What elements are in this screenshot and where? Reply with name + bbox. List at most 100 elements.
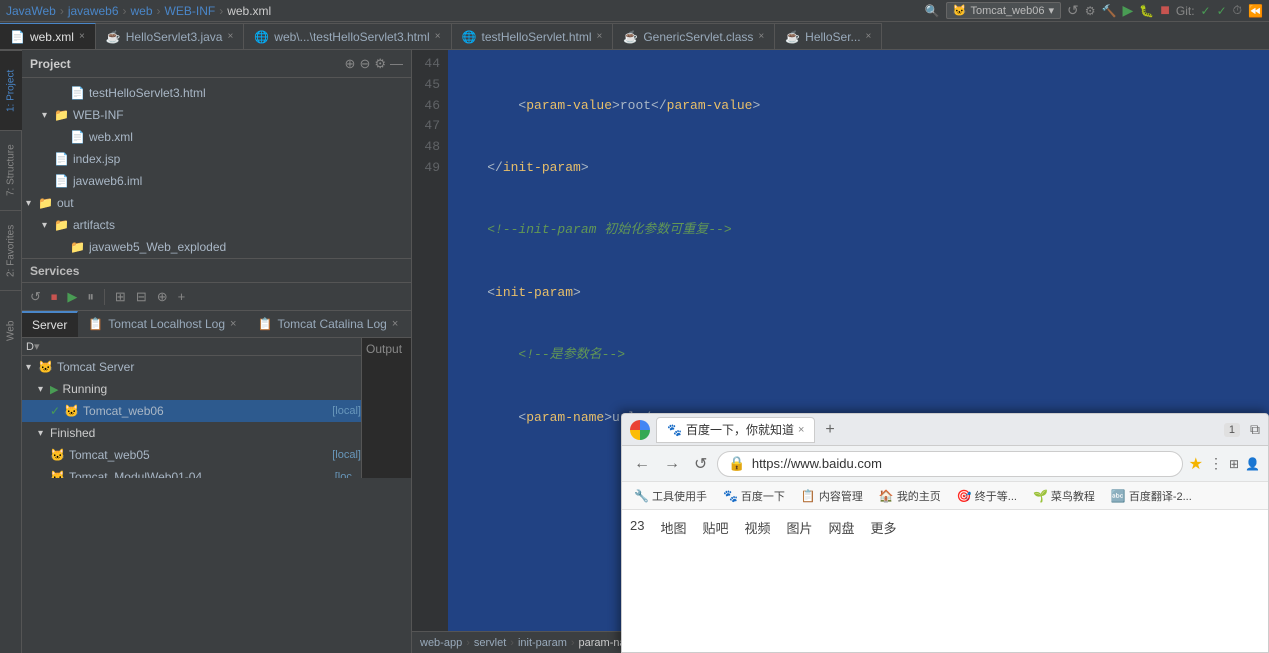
filter-chevron[interactable]: ▾ — [34, 340, 40, 353]
close-icon[interactable]: × — [392, 318, 398, 330]
nav-link-cloud[interactable]: 网盘 — [829, 518, 855, 537]
settings-icon[interactable]: ⚙ — [1085, 4, 1096, 18]
path-part-initparam[interactable]: init-param — [518, 637, 567, 649]
close-icon[interactable]: × — [230, 318, 236, 330]
breadcrumb-webinf[interactable]: WEB-INF — [165, 4, 216, 18]
breadcrumb-javaweb6[interactable]: javaweb6 — [68, 4, 119, 18]
output-label: Output — [366, 342, 402, 356]
services-tree-running[interactable]: ▾ ▶ Running — [22, 378, 361, 400]
back-button[interactable]: ← — [630, 453, 654, 475]
browser-menu-icon[interactable]: ⧉ — [1250, 421, 1260, 438]
bookmark-finally[interactable]: 🎯 终于等... — [953, 486, 1021, 506]
run-button[interactable]: ▶ — [63, 287, 81, 307]
nav-link-video[interactable]: 视频 — [745, 518, 771, 537]
services-tree-tomcat-web06[interactable]: ✓ 🐱 Tomcat_web06 [local] — [22, 400, 361, 422]
search-icon[interactable]: 🔍 — [925, 4, 940, 18]
left-tab-web[interactable]: Web — [0, 290, 22, 370]
bookmark-home[interactable]: 🏠 我的主页 — [875, 486, 945, 506]
settings-icon[interactable]: ⚙ — [374, 56, 386, 72]
path-part-webapp[interactable]: web-app — [420, 637, 462, 649]
tab-label: web\...\testHelloServlet3.html — [274, 30, 429, 44]
stop-button[interactable]: ⏹ — [47, 287, 62, 307]
pause-button[interactable]: ⏸ — [83, 287, 98, 307]
tree-item-artifacts[interactable]: ▾ 📁 artifacts — [22, 214, 411, 236]
svc-tab-localhost-log[interactable]: 📋 Tomcat Localhost Log × — [78, 311, 247, 337]
reload-button[interactable]: ↺ — [690, 452, 711, 476]
grid-icon[interactable]: ⊞ — [1229, 457, 1239, 471]
bookmark-translate[interactable]: 🔤 百度翻译-2... — [1107, 486, 1196, 506]
tab-testhelloservlet[interactable]: 🌐 testHelloServlet.html × — [452, 23, 614, 49]
breadcrumb-web[interactable]: web — [131, 4, 153, 18]
filter-button[interactable]: ⊟ — [132, 287, 151, 307]
bookmark-baidu[interactable]: 🐾 百度一下 — [719, 486, 789, 506]
close-icon[interactable]: × — [758, 31, 764, 42]
tab-web-xml[interactable]: 📄 web.xml × — [0, 23, 96, 49]
build-icon[interactable]: 🔨 — [1102, 4, 1117, 18]
svc-tab-server[interactable]: Server — [22, 311, 78, 337]
bookmark-runoob[interactable]: 🌱 菜鸟教程 — [1029, 486, 1099, 506]
forward-button[interactable]: → — [660, 453, 684, 475]
close-icon[interactable]: × — [227, 31, 233, 42]
minimize-icon[interactable]: — — [390, 56, 403, 72]
nav-link-more[interactable]: 更多 — [871, 518, 897, 537]
close-icon[interactable]: × — [79, 31, 85, 42]
stop-icon[interactable]: ■ — [1160, 2, 1170, 20]
nav-link-23[interactable]: 23 — [630, 518, 644, 537]
services-tree-tomcat-modul[interactable]: 🐱 Tomcat_ModulWeb01-04 [loc... — [22, 466, 361, 478]
tree-item-out[interactable]: ▾ 📁 out — [22, 192, 411, 214]
services-tree-tomcat-web05[interactable]: 🐱 Tomcat_web05 [local] — [22, 444, 361, 466]
services-header: Services — [22, 259, 411, 283]
deploy-button[interactable]: ⊕ — [153, 287, 172, 307]
tab-icon: 🌐 — [462, 30, 477, 44]
left-tab-structure[interactable]: 7: Structure — [0, 130, 22, 210]
collapse-icon[interactable]: ⊖ — [359, 56, 370, 72]
tab-helloservlet3[interactable]: ☕ HelloServlet3.java × — [96, 23, 245, 49]
svc-tab-catalina-log[interactable]: 📋 Tomcat Catalina Log × — [247, 311, 409, 337]
tree-item-testhello[interactable]: 📄 testHelloServlet3.html — [22, 82, 411, 104]
close-icon[interactable]: × — [435, 31, 441, 42]
close-icon[interactable]: × — [597, 31, 603, 42]
nav-link-tieba[interactable]: 贴吧 — [702, 518, 728, 537]
bookmark-icon: 🌱 — [1033, 489, 1048, 503]
tab-icon: ☕ — [623, 30, 638, 44]
star-icon[interactable]: ★ — [1189, 454, 1203, 474]
restart-button[interactable]: ↺ — [26, 287, 45, 307]
path-part-servlet[interactable]: servlet — [474, 637, 506, 649]
git-check2-icon[interactable]: ✓ — [1217, 4, 1227, 18]
bookmark-content[interactable]: 📋 内容管理 — [797, 486, 867, 506]
add-button[interactable]: + — [174, 287, 190, 306]
code-line-48: <!--是参数名--> — [456, 345, 1261, 366]
server-selector[interactable]: 🐱 Tomcat_web06 ▾ — [946, 2, 1061, 19]
nav-link-image[interactable]: 图片 — [787, 518, 813, 537]
close-icon[interactable]: × — [798, 424, 804, 436]
expand-icon[interactable]: ⊕ — [345, 56, 356, 72]
services-tree-finished[interactable]: ▾ Finished — [22, 422, 361, 444]
run-icon[interactable]: ▶ — [1122, 2, 1133, 19]
browser-tab-baidu[interactable]: 🐾 百度一下，你就知道 × — [656, 417, 815, 443]
tree-item-javaweb5exp[interactable]: 📁 javaweb5_Web_exploded — [22, 236, 411, 258]
close-icon[interactable]: × — [866, 31, 872, 42]
tab-testhello-html[interactable]: 🌐 web\...\testHelloServlet3.html × — [244, 23, 451, 49]
services-tree-tomcat[interactable]: ▾ 🐱 Tomcat Server — [22, 356, 361, 378]
url-bar[interactable]: 🔒 https://www.baidu.com — [717, 451, 1182, 477]
tab-label: web.xml — [30, 30, 74, 44]
group-button[interactable]: ⊞ — [111, 287, 130, 307]
git-check1-icon[interactable]: ✓ — [1201, 4, 1211, 18]
tree-item-webinf[interactable]: ▾ 📁 WEB-INF — [22, 104, 411, 126]
bookmark-tools[interactable]: 🔧 工具使用手 — [630, 486, 711, 506]
extensions-icon[interactable]: ⋮ — [1209, 455, 1223, 472]
breadcrumb-javaweb[interactable]: JavaWeb — [6, 4, 56, 18]
profile-icon[interactable]: 👤 — [1245, 457, 1260, 471]
left-tab-favorites[interactable]: 2: Favorites — [0, 210, 22, 290]
tree-item-indexjsp[interactable]: 📄 index.jsp — [22, 148, 411, 170]
new-tab-button[interactable]: + — [819, 421, 840, 439]
tree-item-webxml[interactable]: 📄 web.xml — [22, 126, 411, 148]
refresh-icon[interactable]: ↺ — [1067, 2, 1079, 19]
tomcat-app-icon: 🐱 — [50, 470, 65, 478]
left-tab-project[interactable]: 1: Project — [0, 50, 22, 130]
tree-item-javaweb6iml[interactable]: 📄 javaweb6.iml — [22, 170, 411, 192]
debug-icon[interactable]: 🐛 — [1139, 4, 1154, 18]
tab-helloser[interactable]: ☕ HelloSer... × — [775, 23, 882, 49]
tab-genericservlet[interactable]: ☕ GenericServlet.class × — [613, 23, 775, 49]
nav-link-map[interactable]: 地图 — [660, 518, 686, 537]
